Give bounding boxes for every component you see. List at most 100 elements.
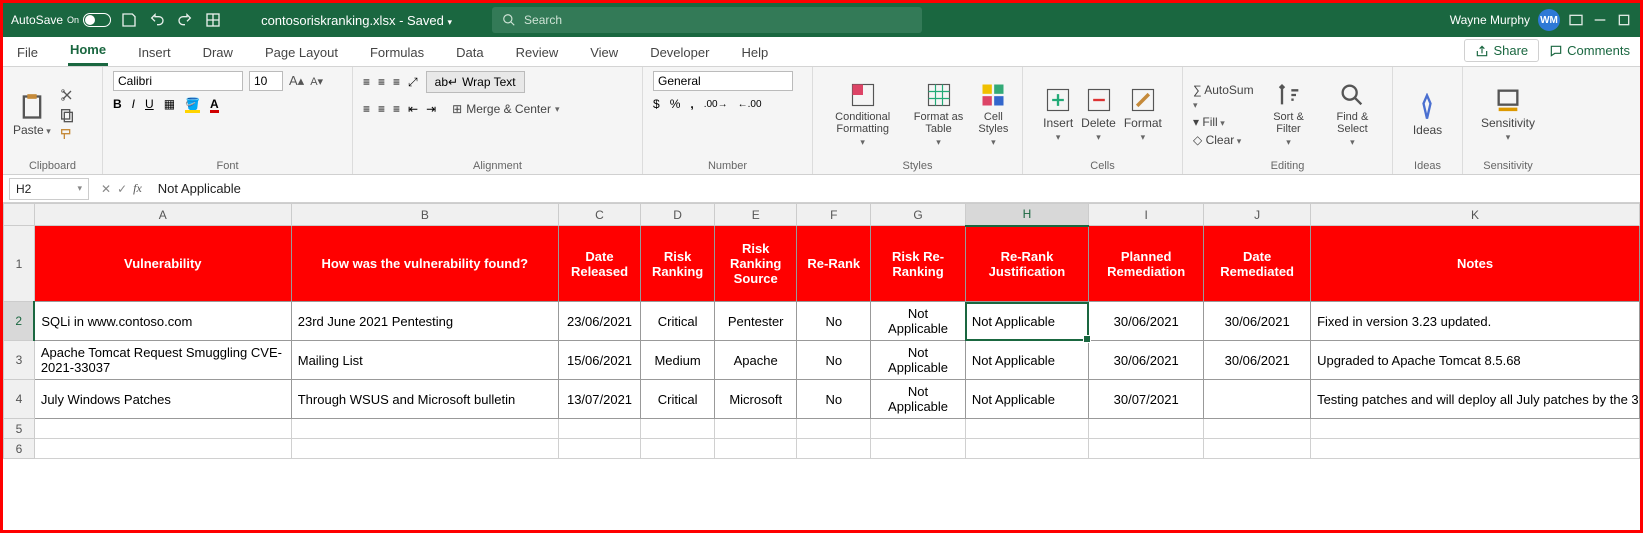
merge-center-button[interactable]: ⊞ Merge & Center	[444, 99, 567, 119]
ideas-button[interactable]: Ideas	[1413, 93, 1442, 137]
cell[interactable]	[1089, 419, 1204, 439]
number-format-combo[interactable]	[653, 71, 793, 91]
italic-button[interactable]: I	[132, 97, 135, 111]
tab-data[interactable]: Data	[454, 39, 485, 66]
cell[interactable]: 13/07/2021	[558, 380, 640, 419]
cut-icon[interactable]	[59, 87, 75, 103]
save-icon[interactable]	[121, 12, 137, 28]
increase-decimal-icon[interactable]: .00→	[704, 99, 728, 110]
cell[interactable]	[1204, 439, 1311, 459]
tab-page-layout[interactable]: Page Layout	[263, 39, 340, 66]
table-header-cell[interactable]: Re-Rank	[797, 226, 871, 302]
cell[interactable]: Not Applicable	[871, 302, 966, 341]
increase-font-icon[interactable]: A▴	[289, 73, 304, 89]
tab-draw[interactable]: Draw	[201, 39, 235, 66]
cell[interactable]: Apache Tomcat Request Smuggling CVE-2021…	[34, 341, 291, 380]
tab-review[interactable]: Review	[514, 39, 561, 66]
paste-button[interactable]: Paste	[13, 93, 51, 137]
cell[interactable]	[715, 419, 797, 439]
grid-icon[interactable]	[205, 12, 221, 28]
cell[interactable]: Fixed in version 3.23 updated.	[1311, 302, 1640, 341]
cell[interactable]: SQLi in www.contoso.com	[34, 302, 291, 341]
underline-button[interactable]: U	[145, 97, 154, 111]
col-header-A[interactable]: A	[34, 204, 291, 226]
cell[interactable]: Microsoft	[715, 380, 797, 419]
cell[interactable]: 30/06/2021	[1089, 341, 1204, 380]
cell[interactable]: Through WSUS and Microsoft bulletin	[291, 380, 558, 419]
fill-color-button[interactable]: 🪣	[185, 97, 200, 111]
cell[interactable]	[34, 419, 291, 439]
cell[interactable]: 30/06/2021	[1204, 302, 1311, 341]
accounting-icon[interactable]: $	[653, 97, 660, 111]
cell[interactable]	[871, 419, 966, 439]
undo-icon[interactable]	[149, 12, 165, 28]
table-header-cell[interactable]: Date Remediated	[1204, 226, 1311, 302]
table-header-cell[interactable]: Notes	[1311, 226, 1640, 302]
align-left-icon[interactable]: ≡	[363, 102, 370, 116]
avatar[interactable]: WM	[1538, 9, 1560, 31]
cell[interactable]: Not Applicable	[871, 380, 966, 419]
font-name-combo[interactable]	[113, 71, 243, 91]
align-top-icon[interactable]: ≡	[363, 75, 370, 89]
format-painter-icon[interactable]	[59, 127, 75, 143]
cell[interactable]: 23rd June 2021 Pentesting	[291, 302, 558, 341]
format-as-table-button[interactable]: Format as Table	[910, 81, 966, 148]
row-header-2[interactable]: 2	[4, 302, 35, 341]
decrease-decimal-icon[interactable]: ←.00	[738, 99, 762, 110]
table-header-cell[interactable]: Re-Rank Justification	[965, 226, 1088, 302]
font-size-combo[interactable]	[249, 71, 283, 91]
fill-button[interactable]: ▾ Fill	[1193, 115, 1254, 129]
cell[interactable]: No	[797, 302, 871, 341]
format-cells-button[interactable]: Format	[1124, 86, 1162, 143]
sensitivity-button[interactable]: Sensitivity	[1481, 86, 1535, 143]
clear-button[interactable]: ◇ Clear	[1193, 133, 1254, 147]
percent-icon[interactable]: %	[670, 97, 681, 111]
enter-formula-icon[interactable]: ✓	[117, 182, 127, 196]
cell[interactable]: July Windows Patches	[34, 380, 291, 419]
cell[interactable]: Upgraded to Apache Tomcat 8.5.68	[1311, 341, 1640, 380]
font-color-button[interactable]: A	[210, 97, 219, 111]
conditional-formatting-button[interactable]: Conditional Formatting	[823, 81, 902, 148]
copy-icon[interactable]	[59, 107, 75, 123]
decrease-indent-icon[interactable]: ⇤	[408, 102, 418, 116]
fx-icon[interactable]: fx	[133, 181, 142, 196]
comments-button[interactable]: Comments	[1549, 39, 1630, 62]
tab-file[interactable]: File	[15, 39, 40, 66]
row-header-1[interactable]: 1	[4, 226, 35, 302]
tab-insert[interactable]: Insert	[136, 39, 173, 66]
col-header-I[interactable]: I	[1089, 204, 1204, 226]
table-header-cell[interactable]: Risk Re-Ranking	[871, 226, 966, 302]
align-center-icon[interactable]: ≡	[378, 102, 385, 116]
cell[interactable]: Not Applicable	[965, 380, 1088, 419]
delete-cells-button[interactable]: Delete	[1081, 86, 1116, 143]
col-header-E[interactable]: E	[715, 204, 797, 226]
row-header-5[interactable]: 5	[4, 419, 35, 439]
table-header-cell[interactable]: How was the vulnerability found?	[291, 226, 558, 302]
row-header-3[interactable]: 3	[4, 341, 35, 380]
cell-styles-button[interactable]: Cell Styles	[975, 81, 1012, 148]
minimize-icon[interactable]	[1592, 12, 1608, 28]
decrease-font-icon[interactable]: A▾	[310, 75, 323, 88]
cell[interactable]	[965, 439, 1088, 459]
table-header-cell[interactable]: Planned Remediation	[1089, 226, 1204, 302]
cell[interactable]: Critical	[641, 380, 715, 419]
cell[interactable]	[1204, 380, 1311, 419]
cell[interactable]	[291, 419, 558, 439]
col-header-G[interactable]: G	[871, 204, 966, 226]
cell[interactable]	[965, 419, 1088, 439]
find-select-button[interactable]: Find & Select	[1323, 81, 1382, 148]
align-bottom-icon[interactable]: ≡	[393, 75, 400, 89]
cell[interactable]: Medium	[641, 341, 715, 380]
cell[interactable]	[291, 439, 558, 459]
cell[interactable]	[871, 439, 966, 459]
cell[interactable]	[34, 439, 291, 459]
col-header-H[interactable]: H	[965, 204, 1088, 226]
table-header-cell[interactable]: Risk Ranking	[641, 226, 715, 302]
cell[interactable]: Not Applicable	[965, 302, 1088, 341]
cell[interactable]: 23/06/2021	[558, 302, 640, 341]
name-box[interactable]: H2▾	[9, 178, 89, 200]
cell[interactable]	[641, 419, 715, 439]
col-header-C[interactable]: C	[558, 204, 640, 226]
tab-help[interactable]: Help	[739, 39, 770, 66]
cell[interactable]: Testing patches and will deploy all July…	[1311, 380, 1640, 419]
